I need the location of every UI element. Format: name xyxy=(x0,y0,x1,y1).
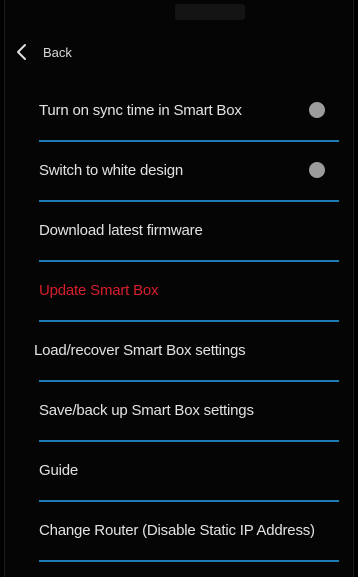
settings-screen: Back Turn on sync time in Smart Box Swit… xyxy=(4,0,354,577)
menu-item-download-firmware[interactable]: Download latest firmware xyxy=(5,202,355,262)
menu-item-load-settings[interactable]: Load/recover Smart Box settings xyxy=(5,322,355,382)
menu-item-label: Guide xyxy=(39,462,79,479)
menu-item-label: Update Smart Box xyxy=(39,282,159,299)
menu-item-guide[interactable]: Guide xyxy=(5,442,355,502)
menu-divider xyxy=(39,560,339,562)
menu-item-label: Download latest firmware xyxy=(39,222,203,239)
menu-item-change-router[interactable]: Change Router (Disable Static IP Address… xyxy=(5,502,355,562)
status-bar xyxy=(175,4,245,20)
menu-item-update-smart-box[interactable]: Update Smart Box xyxy=(5,262,355,322)
menu-item-label: Turn on sync time in Smart Box xyxy=(39,102,242,119)
menu-item-label: Save/back up Smart Box settings xyxy=(39,402,254,419)
back-label: Back xyxy=(43,44,72,60)
menu-item-label: Load/recover Smart Box settings xyxy=(34,342,246,359)
menu-item-label: Switch to white design xyxy=(39,162,184,179)
settings-menu: Turn on sync time in Smart Box Switch to… xyxy=(5,82,355,562)
menu-item-save-settings[interactable]: Save/back up Smart Box settings xyxy=(5,382,355,442)
white-design-toggle[interactable] xyxy=(309,162,325,178)
sync-time-toggle[interactable] xyxy=(309,102,325,118)
chevron-left-icon xyxy=(17,44,26,60)
menu-item-white-design[interactable]: Switch to white design xyxy=(5,142,355,202)
back-button[interactable]: Back xyxy=(15,38,72,66)
menu-item-label: Change Router (Disable Static IP Address… xyxy=(39,522,315,539)
menu-item-sync-time[interactable]: Turn on sync time in Smart Box xyxy=(5,82,355,142)
